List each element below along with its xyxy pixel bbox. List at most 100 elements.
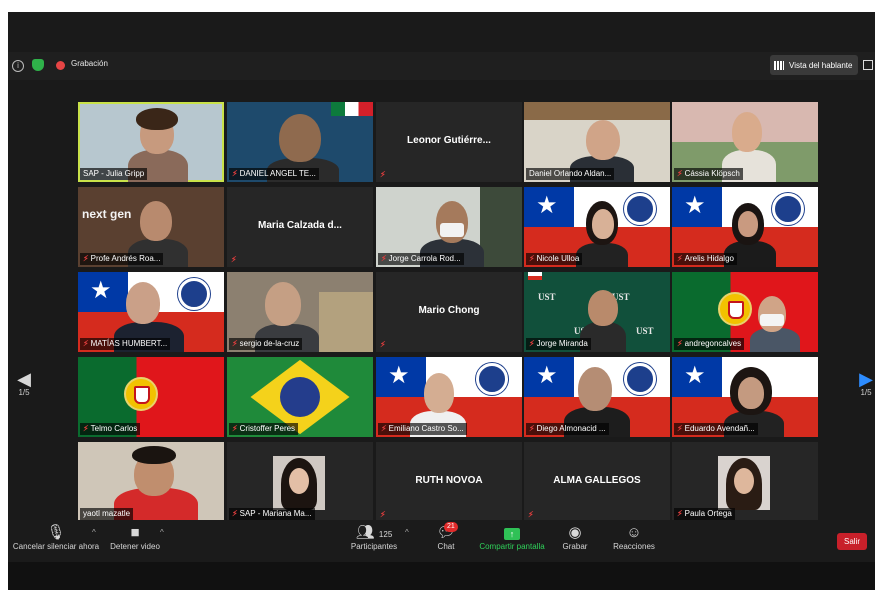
grid-view-icon bbox=[774, 60, 784, 70]
star-icon: ★ bbox=[536, 362, 558, 389]
muted-mic-icon: ⚡︎ bbox=[381, 424, 387, 433]
participant-tile[interactable]: ★ ⚡︎ Emiliano Castro So... bbox=[376, 357, 522, 437]
muted-mic-icon: ⚡︎ bbox=[529, 254, 535, 263]
participant-tile[interactable]: Maria Calzada d... ⚡︎ bbox=[227, 187, 373, 267]
participant-tile[interactable]: ⚡︎ Cristoffer Peres bbox=[227, 357, 373, 437]
participant-name-tag: ⚡︎ Nicole Ulloa bbox=[526, 253, 583, 265]
participant-tile[interactable]: ⚡︎ Cássia Klöpsch bbox=[672, 102, 818, 182]
participant-tile[interactable]: ★ ⚡︎ MATÍAS HUMBERT... bbox=[78, 272, 224, 352]
participant-tile[interactable]: ⚡︎ sergio de-la-cruz bbox=[227, 272, 373, 352]
participant-face bbox=[279, 114, 321, 162]
participant-tile[interactable]: next gen ⚡︎ Profe Andrés Roa... bbox=[78, 187, 224, 267]
stop-video-label: Detener video bbox=[110, 542, 160, 551]
university-crest-icon bbox=[476, 363, 508, 395]
audio-options-caret-icon[interactable]: ^ bbox=[92, 528, 96, 537]
speaker-view-label: Vista del hablante bbox=[789, 60, 853, 70]
chat-unread-badge: 21 bbox=[444, 522, 458, 532]
participant-hair bbox=[132, 446, 176, 464]
chat-button[interactable]: 💬︎ 21 Chat bbox=[430, 522, 462, 551]
stop-video-button[interactable]: ■ Detener video bbox=[106, 524, 164, 551]
participant-face bbox=[140, 201, 172, 241]
nextgen-background-logo: next gen bbox=[82, 207, 132, 221]
participant-name: Mario Chong bbox=[418, 305, 480, 316]
reactions-button[interactable]: ☺ Reacciones bbox=[610, 524, 658, 551]
face-mask bbox=[760, 314, 784, 326]
profile-picture bbox=[273, 456, 325, 510]
muted-mic-icon: ⚡︎ bbox=[677, 254, 683, 263]
participants-count: 125 bbox=[378, 530, 393, 539]
participant-tile[interactable]: yaotl mazatle bbox=[78, 442, 224, 522]
participant-face bbox=[265, 282, 301, 326]
brazil-globe-icon bbox=[280, 377, 320, 417]
participant-tile[interactable]: ⚡︎ Paula Ortega bbox=[672, 442, 818, 522]
participant-tile[interactable]: ALMA GALLEGOS ⚡︎ bbox=[524, 442, 670, 522]
top-bar: i Grabación Vista del hablante bbox=[8, 52, 875, 80]
share-screen-button[interactable]: ↑ Compartir pantalla bbox=[474, 524, 550, 551]
participant-tile[interactable]: Leonor Gutiérre... ⚡︎ bbox=[376, 102, 522, 182]
muted-mic-icon: ⚡︎ bbox=[232, 169, 238, 178]
chevron-left-icon: ◀ bbox=[17, 369, 31, 389]
participant-tile[interactable]: Daniel Orlando Aldan... bbox=[524, 102, 670, 182]
participant-face bbox=[738, 211, 758, 237]
reactions-label: Reacciones bbox=[613, 542, 655, 551]
ust-logo: UST bbox=[538, 292, 556, 302]
participant-tile[interactable]: ⚡︎ Jorge Carrola Rod... bbox=[376, 187, 522, 267]
speaker-view-button[interactable]: Vista del hablante bbox=[770, 55, 859, 75]
participant-tile[interactable]: ⚡︎ Telmo Carlos bbox=[78, 357, 224, 437]
participant-tile[interactable]: ⚡︎ andregoncalves bbox=[672, 272, 818, 352]
participant-name-tag: ⚡︎ Diego Almonacid ... bbox=[526, 423, 609, 435]
participant-tile[interactable]: ★ ⚡︎ Nicole Ulloa bbox=[524, 187, 670, 267]
muted-mic-icon: ⚡︎ bbox=[528, 510, 534, 519]
muted-mic-icon: ⚡︎ bbox=[232, 424, 238, 433]
participant-face bbox=[732, 112, 762, 152]
video-options-caret-icon[interactable]: ^ bbox=[160, 528, 164, 537]
participants-button[interactable]: 👥︎ 125 Participantes bbox=[344, 524, 404, 551]
star-icon: ★ bbox=[684, 192, 706, 219]
participant-name: Maria Calzada d... bbox=[258, 220, 342, 231]
chevron-right-icon: ▶ bbox=[859, 369, 873, 389]
page-indicator-right: 1/5 bbox=[860, 388, 872, 397]
muted-mic-icon: ⚡︎ bbox=[380, 340, 386, 349]
participant-tile[interactable]: RUTH NOVOA ⚡︎ bbox=[376, 442, 522, 522]
next-page-button[interactable]: ▶ 1/5 bbox=[856, 370, 875, 397]
participant-tile[interactable]: ★ ⚡︎ Diego Almonacid ... bbox=[524, 357, 670, 437]
participant-tile[interactable]: UST UST UST UST ⚡︎Jorge Miranda bbox=[524, 272, 670, 352]
record-button[interactable]: ◉ Grabar bbox=[560, 524, 590, 551]
unmute-label: Cancelar silenciar ahora bbox=[12, 542, 100, 551]
participant-tile[interactable]: Mario Chong ⚡︎ bbox=[376, 272, 522, 352]
participants-options-caret-icon[interactable]: ^ bbox=[405, 528, 409, 537]
participant-tile[interactable]: ⚡︎ DANIEL ANGEL TE... bbox=[227, 102, 373, 182]
participant-name: Leonor Gutiérre... bbox=[407, 135, 491, 146]
muted-mic-icon: ⚡︎ bbox=[529, 424, 535, 433]
window-background bbox=[480, 187, 522, 267]
muted-mic-icon: ⚡︎ bbox=[231, 255, 237, 264]
muted-mic-icon: ⚡︎ bbox=[232, 339, 238, 348]
participant-tile[interactable]: ⚡︎ SAP - Mariana Ma... bbox=[227, 442, 373, 522]
star-icon: ★ bbox=[90, 277, 112, 304]
muted-mic-icon: ⚡︎ bbox=[83, 254, 89, 263]
chile-flag-icon bbox=[528, 272, 542, 280]
previous-page-button[interactable]: ◀ 1/5 bbox=[14, 370, 34, 397]
shield-icon[interactable] bbox=[32, 59, 44, 71]
leave-meeting-button[interactable]: Salir bbox=[837, 533, 868, 550]
participant-tile[interactable]: ★ ⚡︎ Arelis Hidalgo bbox=[672, 187, 818, 267]
muted-mic-icon: ⚡︎ bbox=[380, 170, 386, 179]
star-icon: ★ bbox=[536, 192, 558, 219]
participant-name-tag: ⚡︎ andregoncalves bbox=[674, 338, 745, 350]
unmute-button[interactable]: 🎙︎ Cancelar silenciar ahora bbox=[10, 524, 102, 551]
participant-tile[interactable]: SAP - Julia Gripp bbox=[78, 102, 224, 182]
zoom-window: i Grabación Vista del hablante ◀ 1/5 ▶ 1… bbox=[8, 12, 875, 590]
shelf-background bbox=[319, 292, 373, 352]
face-mask bbox=[440, 223, 464, 237]
fullscreen-icon[interactable] bbox=[863, 60, 873, 70]
record-icon: ◉ bbox=[568, 524, 582, 541]
participant-name: RUTH NOVOA bbox=[415, 475, 483, 486]
portugal-coat-of-arms-icon bbox=[718, 292, 752, 326]
info-icon[interactable]: i bbox=[12, 60, 24, 72]
participant-face bbox=[592, 209, 614, 239]
participant-name-tag: ⚡︎ Cristoffer Peres bbox=[229, 423, 299, 435]
muted-mic-icon: ⚡︎ bbox=[83, 339, 89, 348]
muted-mic-icon: ⚡︎ bbox=[232, 509, 238, 518]
participant-tile[interactable]: ★ ⚡︎ Eduardo Avendañ... bbox=[672, 357, 818, 437]
recording-icon bbox=[56, 61, 65, 70]
